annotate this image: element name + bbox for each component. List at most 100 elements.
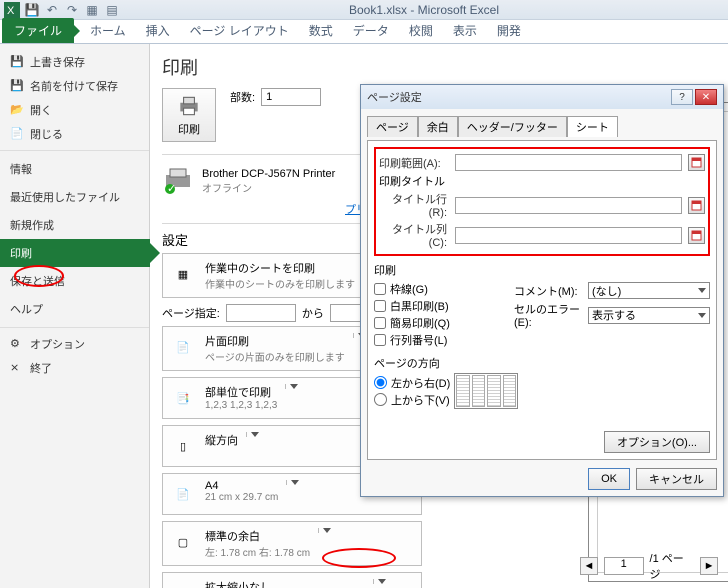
sidebar-recent[interactable]: 最近使用したファイル [0, 183, 149, 211]
title: 片面印刷 [205, 333, 345, 349]
backstage-sidebar: 💾上書き保存 💾名前を付けて保存 📂開く 📄閉じる 情報 最近使用したファイル … [0, 44, 150, 588]
sub: 21 cm x 29.7 cm [205, 492, 278, 503]
close-icon: 📄 [10, 127, 24, 141]
ok-button[interactable]: OK [588, 468, 630, 490]
range-picker-button[interactable] [688, 227, 705, 244]
title: 拡大縮小なし [205, 579, 365, 588]
value: 1 [266, 91, 272, 103]
tab-layout[interactable]: ページ レイアウト [180, 18, 299, 43]
tab-dev[interactable]: 開発 [487, 18, 531, 43]
sidebar-print[interactable]: 印刷 [0, 239, 150, 267]
sidebar-open[interactable]: 📂開く [0, 98, 149, 122]
sidebar-help[interactable]: ヘルプ [0, 295, 149, 323]
tab-data[interactable]: データ [343, 18, 399, 43]
title-rows-label: タイトル行(R): [379, 191, 451, 219]
qat-icon[interactable]: ▦ [84, 2, 100, 18]
comments-combo[interactable]: (なし) [588, 282, 710, 299]
title-cols-input[interactable] [455, 227, 682, 244]
draft-checkbox[interactable]: 簡易印刷(Q) [374, 315, 514, 331]
options-button[interactable]: オプション(O)... [604, 431, 710, 453]
help-button[interactable]: ? [671, 89, 693, 105]
page-icon: 📄 [169, 333, 197, 361]
options-icon: ⚙ [10, 337, 24, 351]
tab-sheet[interactable]: シート [567, 116, 618, 137]
order-group-label: ページの方向 [374, 355, 710, 371]
tab-margins[interactable]: 余白 [418, 116, 458, 137]
sidebar-save[interactable]: 💾上書き保存 [0, 50, 149, 74]
saveas-icon: 💾 [10, 79, 24, 93]
sub: 1,2,3 1,2,3 1,2,3 [205, 400, 277, 411]
tab-insert[interactable]: 挿入 [136, 18, 180, 43]
tab-header[interactable]: ヘッダー/フッター [458, 116, 567, 137]
svg-text:✓: ✓ [167, 183, 176, 195]
next-page-button[interactable]: ► [700, 557, 718, 575]
print-titles-label: 印刷タイトル [379, 173, 705, 189]
printer-status-icon: ✓ [162, 165, 194, 197]
order-ttb-radio[interactable]: 上から下(V) [374, 392, 450, 408]
printer-status: オフライン [202, 180, 335, 195]
dialog-title: ページ設定 [367, 89, 422, 105]
portrait-icon: ▯ [169, 432, 197, 460]
prev-page-button[interactable]: ◄ [580, 557, 598, 575]
sheet-icon: ▦ [169, 260, 197, 288]
label: 終了 [30, 360, 52, 376]
sidebar-info[interactable]: 情報 [0, 155, 149, 183]
range-picker-button[interactable] [688, 154, 705, 171]
bw-checkbox[interactable]: 白黒印刷(B) [374, 298, 514, 314]
title-cols-label: タイトル列(C): [379, 221, 451, 249]
print-group-label: 印刷 [374, 262, 710, 278]
order-diagram-icon [454, 373, 518, 409]
title: A4 [205, 480, 278, 492]
sidebar-share[interactable]: 保存と送信 [0, 267, 149, 295]
excel-icon: X [4, 2, 20, 18]
tab-home[interactable]: ホーム [80, 18, 136, 43]
cancel-button[interactable]: キャンセル [636, 468, 717, 490]
page-to-label: から [302, 305, 324, 321]
copies-input[interactable]: 1 [261, 88, 321, 106]
page-setup-dialog: ページ設定 ? ✕ ページ 余白 ヘッダー/フッター シート 印刷範囲(A): … [360, 84, 724, 497]
page-label: ページ指定: [162, 305, 220, 321]
gridlines-checkbox[interactable]: 枠線(G) [374, 281, 514, 297]
rowcol-checkbox[interactable]: 行列番号(L) [374, 332, 514, 348]
setting-margins[interactable]: ▢ 標準の余白左: 1.78 cm 右: 1.78 cm [162, 521, 422, 566]
sub: ページの片面のみを印刷します [205, 349, 345, 364]
qat-icon2[interactable]: ▤ [104, 2, 120, 18]
title-rows-input[interactable] [455, 197, 682, 214]
label: 開く [30, 102, 52, 118]
setting-scaling[interactable]: 100 拡大縮小なしシートを実際のサイズで印刷します [162, 572, 422, 588]
print-area-input[interactable] [455, 154, 682, 171]
sidebar-close[interactable]: 📄閉じる [0, 122, 149, 146]
label: 印刷 [178, 121, 200, 137]
print-heading: 印刷 [162, 54, 422, 80]
title: 部単位で印刷 [205, 384, 277, 400]
order-ltr-radio[interactable]: 左から右(D) [374, 375, 450, 391]
label: 名前を付けて保存 [30, 78, 118, 94]
sidebar-exit[interactable]: ⨯ 終了 [0, 356, 149, 380]
svg-text:X: X [7, 5, 15, 17]
tab-page[interactable]: ページ [367, 116, 418, 137]
title-bar: X 💾 ↶ ↷ ▦ ▤ Book1.xlsx - Microsoft Excel [0, 0, 728, 20]
print-button[interactable]: 印刷 [162, 88, 216, 142]
save-icon: 💾 [10, 55, 24, 69]
close-button[interactable]: ✕ [695, 89, 717, 105]
sidebar-options[interactable]: ⚙オプション [0, 332, 149, 356]
tab-review[interactable]: 校閲 [399, 18, 443, 43]
title: 作業中のシートを印刷 [205, 260, 355, 276]
window-title: Book1.xlsx - Microsoft Excel [124, 3, 724, 17]
save-icon[interactable]: 💾 [24, 2, 40, 18]
errors-combo[interactable]: 表示する [588, 307, 710, 324]
sidebar-save-as[interactable]: 💾 名前を付けて保存 [0, 74, 149, 98]
exit-icon: ⨯ [10, 361, 24, 375]
sidebar-new[interactable]: 新規作成 [0, 211, 149, 239]
tab-view[interactable]: 表示 [443, 18, 487, 43]
undo-icon[interactable]: ↶ [44, 2, 60, 18]
tab-file[interactable]: ファイル [2, 18, 74, 43]
dialog-titlebar: ページ設定 ? ✕ [361, 85, 723, 109]
range-picker-button[interactable] [688, 197, 705, 214]
page-num-input[interactable]: 1 [604, 557, 644, 575]
printer-name: Brother DCP-J567N Printer [202, 168, 335, 180]
page-from-input[interactable] [226, 304, 296, 322]
printer-icon [176, 93, 202, 119]
tab-formula[interactable]: 数式 [299, 18, 343, 43]
redo-icon[interactable]: ↷ [64, 2, 80, 18]
